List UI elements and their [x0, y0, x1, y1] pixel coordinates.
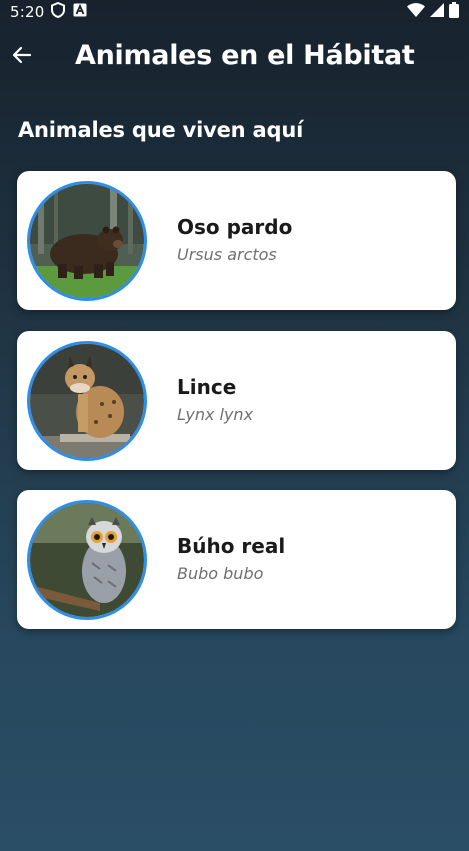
status-time: 5:20: [10, 3, 45, 21]
brown-bear-photo: [27, 181, 147, 301]
animal-scientific-name: Lynx lynx: [177, 404, 254, 424]
back-button[interactable]: [8, 43, 36, 71]
animal-common-name: Oso pardo: [177, 215, 293, 239]
status-bar: 5:20: [0, 0, 469, 24]
arrow-left-icon: [10, 43, 34, 71]
animal-scientific-name: Ursus arctos: [177, 245, 277, 264]
owl-photo: [27, 500, 147, 620]
animal-card-buho-real[interactable]: Búho real Bubo bubo: [17, 490, 456, 629]
animal-list: Oso pardo Ursus arctos Lince Lynx lynx B…: [17, 171, 456, 650]
lynx-photo: [27, 340, 147, 461]
page-title: Animales en el Hábitat: [75, 40, 415, 71]
battery-icon: [449, 2, 459, 22]
animal-common-name: Búho real: [177, 534, 286, 558]
animal-card-oso-pardo[interactable]: Oso pardo Ursus arctos: [17, 171, 456, 310]
a-icon: [73, 3, 87, 21]
animal-common-name: Lince: [177, 374, 237, 399]
app-bar: Animales en el Hábitat: [0, 30, 469, 88]
animal-card-lince[interactable]: Lince Lynx lynx: [17, 330, 456, 470]
signal-icon: [430, 3, 444, 21]
wifi-icon: [407, 3, 425, 21]
section-title: Animales que viven aquí: [18, 118, 304, 142]
shield-icon: [51, 1, 66, 22]
animal-scientific-name: Bubo bubo: [177, 564, 264, 583]
